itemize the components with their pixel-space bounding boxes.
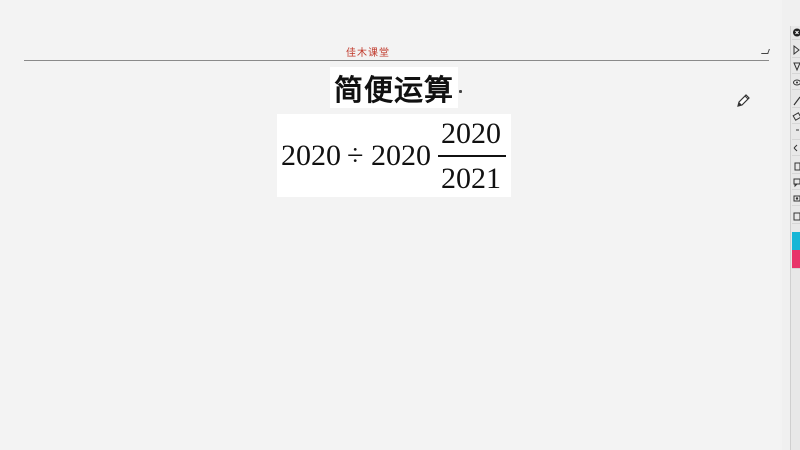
- copy-icon[interactable]: [792, 160, 800, 174]
- slide-title-text: 简便运算: [333, 72, 454, 107]
- whiteboard-canvas[interactable]: 佳木课堂 简便运算 2020 ÷ 2020 2020 2021: [0, 0, 782, 450]
- select-arrow-icon[interactable]: [792, 44, 800, 58]
- checkmark-icon: [761, 49, 770, 54]
- math-formula: 2020 ÷ 2020 2020 2021: [277, 114, 511, 197]
- formula-whole-part: 2020: [371, 139, 431, 172]
- fraction-bar: [438, 155, 506, 157]
- undo-icon[interactable]: [792, 142, 800, 156]
- slide-title: 简便运算: [330, 67, 458, 108]
- formula-numerator: 2020: [441, 117, 501, 150]
- side-toolbar: [790, 26, 800, 450]
- color-cyan-swatch[interactable]: [792, 232, 800, 251]
- color-red-swatch[interactable]: [792, 250, 800, 269]
- eye-icon[interactable]: [792, 76, 800, 90]
- brand-label: 佳木课堂: [346, 48, 390, 59]
- header-divider: [24, 60, 769, 61]
- comment-icon[interactable]: [792, 176, 800, 190]
- pencil-cursor-icon: [735, 93, 751, 109]
- close-icon[interactable]: [792, 26, 800, 40]
- page-icon[interactable]: [792, 210, 800, 224]
- eraser-icon[interactable]: [792, 110, 800, 124]
- formula-dividend: 2020: [281, 139, 341, 172]
- formula-operator: ÷: [347, 139, 364, 172]
- line-icon[interactable]: [792, 126, 800, 140]
- formula-denominator: 2021: [441, 162, 501, 195]
- triangle-icon[interactable]: [792, 60, 800, 74]
- camera-icon[interactable]: [792, 192, 800, 206]
- text-cursor: [459, 90, 462, 93]
- pen-icon[interactable]: [792, 94, 800, 108]
